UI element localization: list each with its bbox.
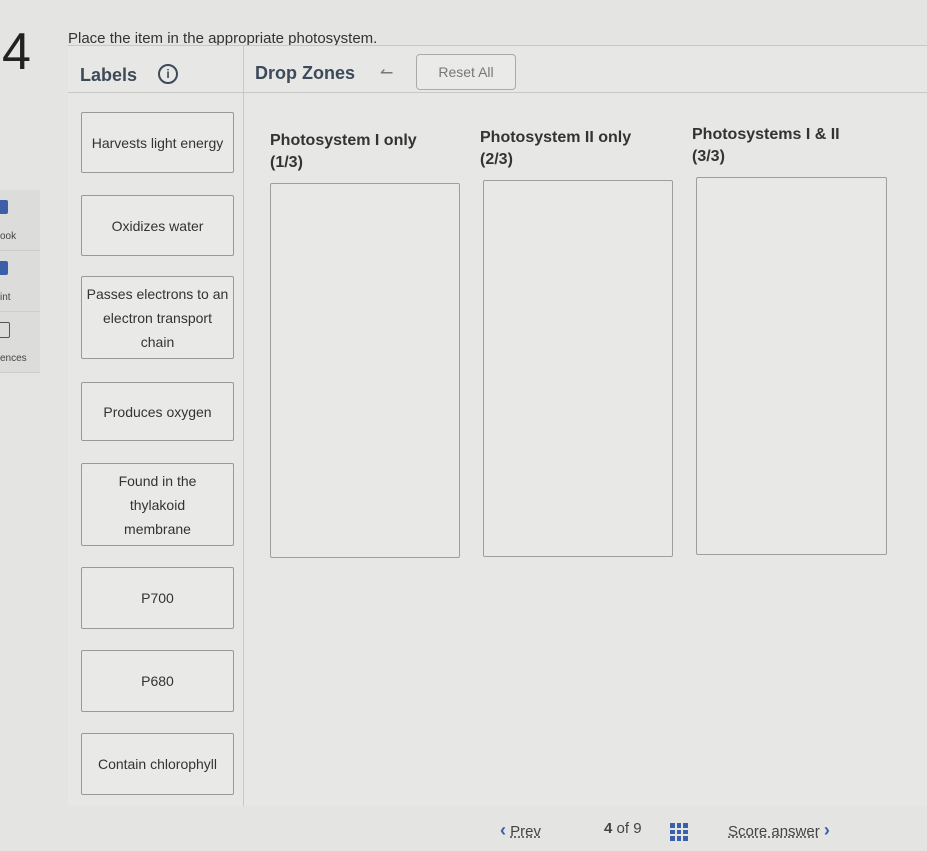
- score-label: Score answer: [728, 823, 820, 840]
- labels-header: Labels: [80, 65, 138, 85]
- label-card[interactable]: Produces oxygen: [81, 382, 234, 441]
- drop-zone-both[interactable]: [696, 177, 887, 555]
- sidebar-item-print[interactable]: int: [0, 251, 40, 312]
- total-pages: 9: [633, 820, 642, 837]
- zone-title: Photosystem I only: [270, 132, 417, 149]
- print-icon: [0, 261, 8, 275]
- prev-button[interactable]: ‹ Prev: [500, 820, 541, 841]
- zone-count: (1/3): [270, 154, 303, 171]
- chevron-right-icon: ›: [823, 820, 830, 840]
- label-card[interactable]: Oxidizes water: [81, 195, 234, 256]
- question-number: 4: [2, 23, 31, 81]
- prev-label: Prev: [510, 823, 542, 840]
- folder-icon: [0, 322, 10, 338]
- label-card[interactable]: Contain chlorophyll: [81, 733, 234, 795]
- zone-count: (3/3): [692, 148, 725, 165]
- label-card[interactable]: Found in the thylakoid membrane: [81, 463, 234, 546]
- label-card[interactable]: Harvests light energy: [81, 112, 234, 173]
- score-answer-button[interactable]: Score answer ›: [728, 820, 830, 841]
- chevron-left-icon: ‹: [500, 820, 506, 840]
- drop-zone-ps1[interactable]: [270, 183, 460, 558]
- sidebar-item-label: int: [0, 292, 11, 303]
- zone-count: (2/3): [480, 151, 513, 168]
- sidebar-item-references[interactable]: ences: [0, 312, 40, 373]
- sidebar: ook int ences: [0, 190, 40, 373]
- undo-icon[interactable]: ↼: [380, 63, 393, 83]
- sidebar-item-ebook[interactable]: ook: [0, 190, 40, 251]
- zone-header-both: Photosystems I & II (3/3): [692, 124, 840, 168]
- current-page: 4: [604, 820, 613, 837]
- divider: [243, 46, 244, 806]
- drop-zone-ps2[interactable]: [483, 180, 673, 557]
- zone-title: Photosystems I & II: [692, 126, 840, 143]
- book-icon: [0, 200, 8, 214]
- label-card[interactable]: Passes electrons to an electron transpor…: [81, 276, 234, 359]
- zone-title: Photosystem II only: [480, 129, 632, 146]
- sidebar-item-label: ences: [0, 353, 27, 364]
- zone-header-ps1: Photosystem I only (1/3): [270, 130, 417, 174]
- grid-icon[interactable]: [670, 823, 688, 841]
- zone-header-ps2: Photosystem II only (2/3): [480, 127, 631, 171]
- reset-all-button[interactable]: Reset All: [416, 54, 516, 90]
- of-label: of: [616, 820, 630, 837]
- info-icon[interactable]: i: [158, 64, 178, 84]
- label-card[interactable]: P700: [81, 567, 234, 629]
- drop-zones-header: Drop Zones: [255, 63, 356, 83]
- page-indicator: 4 of 9: [604, 820, 642, 837]
- label-card[interactable]: P680: [81, 650, 234, 712]
- sidebar-item-label: ook: [0, 231, 17, 242]
